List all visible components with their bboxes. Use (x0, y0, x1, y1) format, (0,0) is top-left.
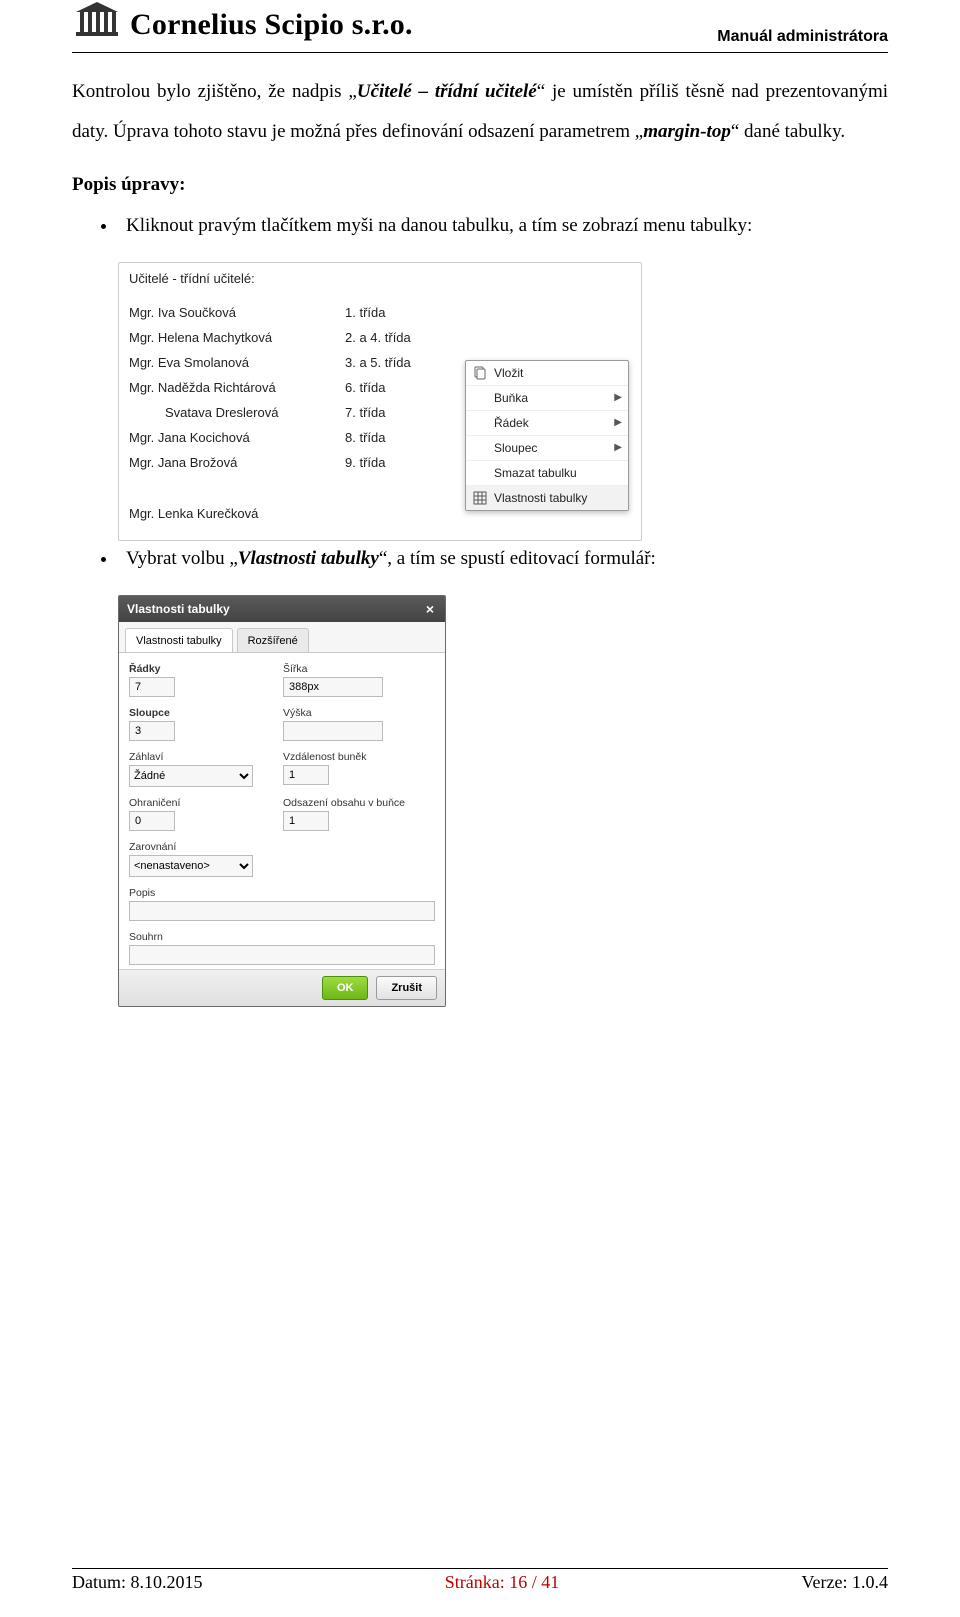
table-row: Svatava Dreslerová7. třída (129, 400, 495, 425)
teachers-table: Mgr. Iva Součková1. třída Mgr. Helena Ma… (129, 300, 495, 526)
page-header: Cornelius Scipio s.r.o. Manuál administr… (72, 0, 888, 53)
label-cellpadding: Odsazení obsahu v buňce (283, 797, 413, 809)
intro-paragraph: Kontrolou bylo zjištěno, že nadpis „Učit… (72, 72, 888, 152)
input-cellpadding[interactable] (283, 811, 329, 831)
table-row: Mgr. Iva Součková1. třída (129, 300, 495, 325)
input-rows[interactable] (129, 677, 175, 697)
cancel-button[interactable]: Zrušit (376, 976, 437, 1000)
select-alignment[interactable]: <nenastaveno> (129, 855, 253, 877)
bullet-step-1: Kliknout pravým tlačítkem myši na danou … (118, 208, 888, 244)
table-row: Mgr. Lenka Kurečková (129, 501, 495, 526)
label-border: Ohraničení (129, 797, 259, 809)
tab-table-properties[interactable]: Vlastnosti tabulky (125, 628, 233, 652)
screenshot-table-properties-dialog: Vlastnosti tabulky × Vlastnosti tabulky … (118, 595, 446, 1007)
screenshot-context-menu: Učitelé - třídní učitelé: Mgr. Iva Součk… (118, 262, 642, 541)
table-row: Mgr. Jana Kocichová8. třída (129, 425, 495, 450)
edit-description-heading: Popis úpravy: (72, 174, 888, 196)
bullet-step-2: Vybrat volbu „Vlastnosti tabulky“, a tím… (118, 541, 888, 577)
manual-title: Manuál administrátora (717, 28, 888, 50)
menu-item-row[interactable]: Řádek ▶ (466, 411, 628, 436)
input-caption[interactable] (129, 901, 435, 921)
label-cols: Sloupce (129, 707, 259, 719)
input-height[interactable] (283, 721, 383, 741)
menu-item-cell[interactable]: Buňka ▶ (466, 386, 628, 411)
context-menu: Vložit Buňka ▶ Řádek ▶ Sloupec ▶ Smazat … (465, 360, 629, 511)
footer-page: Stránka: 16 / 41 (445, 1572, 560, 1593)
paste-icon (472, 365, 488, 381)
input-cols[interactable] (129, 721, 175, 741)
teachers-heading: Učitelé - třídní učitelé: (129, 271, 631, 286)
label-alignment: Zarovnání (129, 841, 259, 853)
company-logo (72, 0, 122, 50)
select-header[interactable]: Žádné (129, 765, 253, 787)
menu-item-table-properties[interactable]: Vlastnosti tabulky (466, 486, 628, 510)
table-row: Mgr. Eva Smolanová3. a 5. třída (129, 350, 495, 375)
table-row: Mgr. Helena Machytková2. a 4. třída (129, 325, 495, 350)
chevron-right-icon: ▶ (614, 442, 622, 453)
chevron-right-icon: ▶ (614, 417, 622, 428)
label-cellspacing: Vzdálenost buněk (283, 751, 413, 763)
footer-date: Datum: 8.10.2015 (72, 1572, 203, 1593)
input-cellspacing[interactable] (283, 765, 329, 785)
label-width: Šířka (283, 663, 413, 675)
menu-item-column[interactable]: Sloupec ▶ (466, 436, 628, 461)
dialog-titlebar: Vlastnosti tabulky × (119, 596, 445, 622)
chevron-right-icon: ▶ (614, 392, 622, 403)
menu-item-paste[interactable]: Vložit (466, 361, 628, 386)
label-header: Záhlaví (129, 751, 259, 763)
table-row: Mgr. Naděžda Richtárová6. třída (129, 375, 495, 400)
label-summary: Souhrn (129, 931, 435, 943)
menu-item-delete-table[interactable]: Smazat tabulku (466, 461, 628, 486)
page-footer: Datum: 8.10.2015 Stránka: 16 / 41 Verze:… (72, 1568, 888, 1593)
input-width[interactable] (283, 677, 383, 697)
table-row: Mgr. Jana Brožová9. třída (129, 450, 495, 475)
footer-version: Verze: 1.0.4 (802, 1572, 888, 1593)
ok-button[interactable]: OK (322, 976, 369, 1000)
label-rows: Řádky (129, 663, 259, 675)
company-name: Cornelius Scipio s.r.o. (130, 8, 413, 42)
label-height: Výška (283, 707, 413, 719)
close-icon[interactable]: × (423, 602, 437, 616)
label-caption: Popis (129, 887, 435, 899)
input-border[interactable] (129, 811, 175, 831)
dialog-title: Vlastnosti tabulky (127, 602, 230, 616)
tab-advanced[interactable]: Rozšířené (237, 628, 309, 652)
grid-icon (472, 490, 488, 506)
input-summary[interactable] (129, 945, 435, 965)
